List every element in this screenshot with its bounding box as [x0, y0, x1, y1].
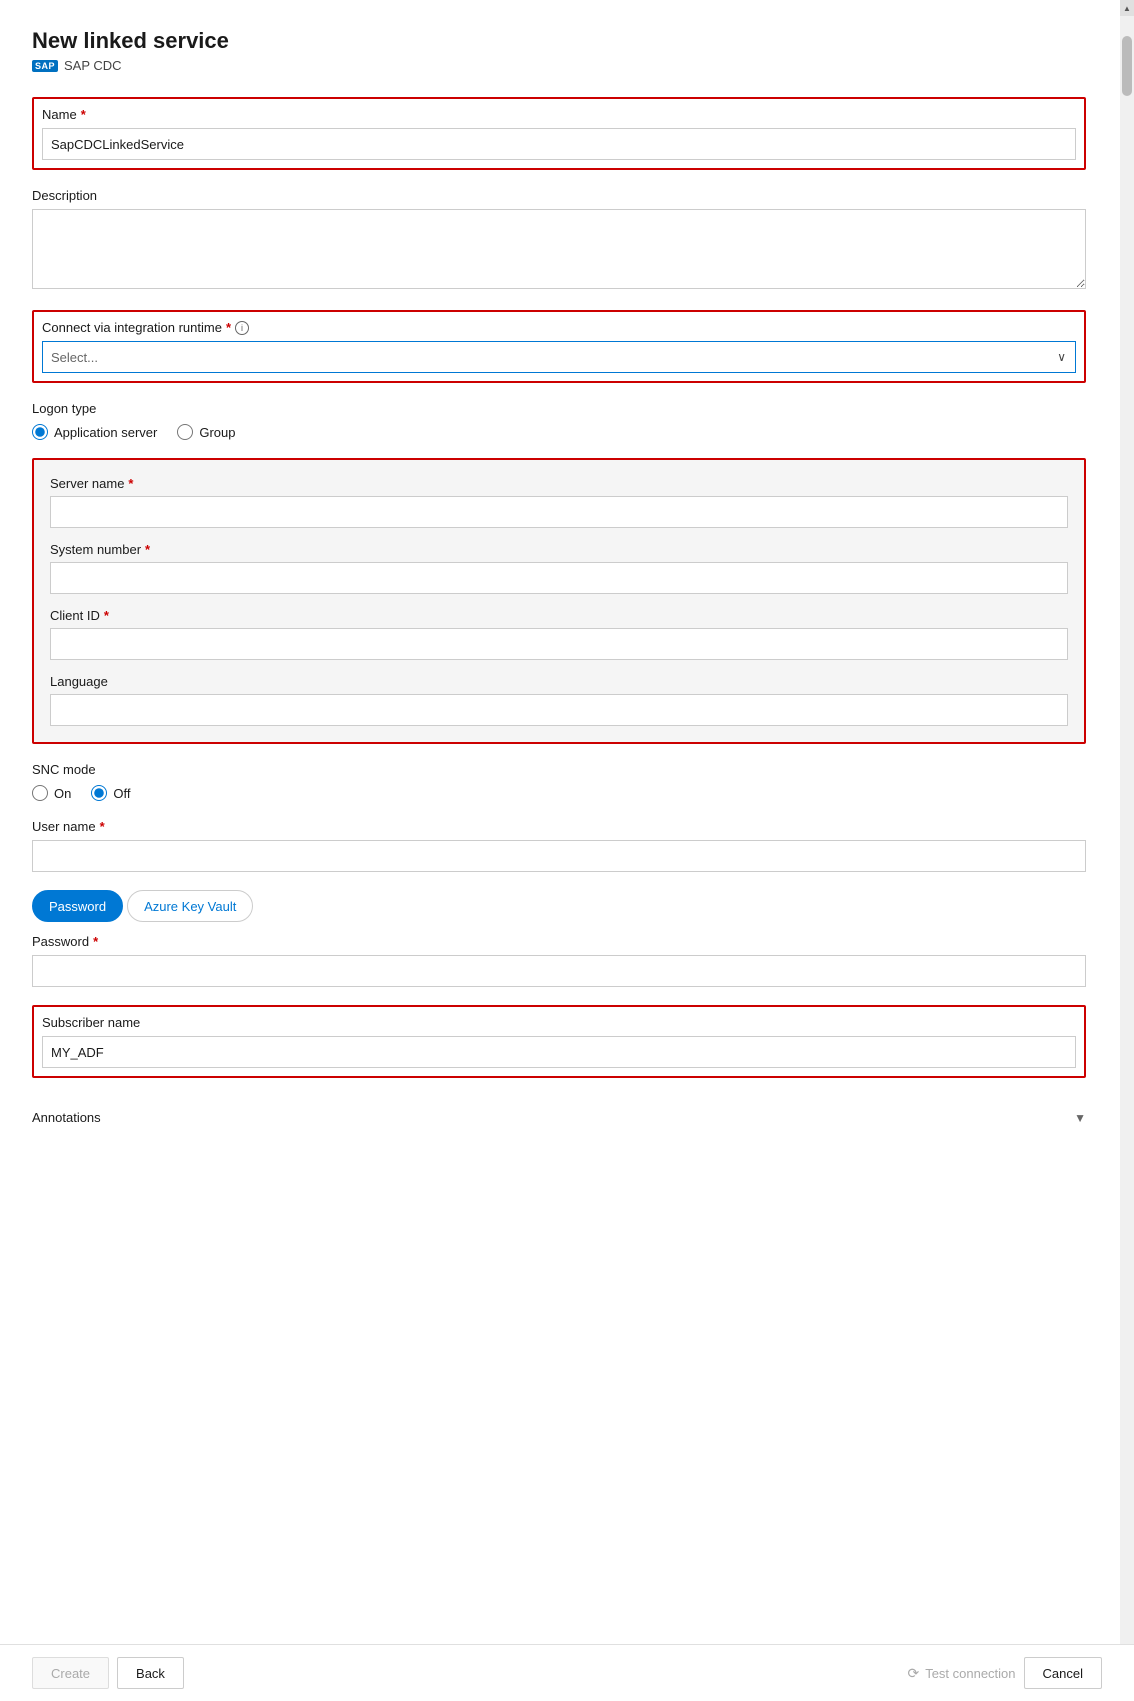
page-container: New linked service SAP SAP CDC Name * De… — [0, 0, 1134, 1701]
server-name-required: * — [128, 476, 133, 491]
snc-on-text: On — [54, 786, 71, 801]
password-label: Password * — [32, 934, 1086, 949]
client-id-label: Client ID * — [50, 608, 1068, 623]
snc-mode-label: SNC mode — [32, 762, 1086, 777]
test-connection-icon: ⟳ — [907, 1665, 919, 1682]
snc-on-label[interactable]: On — [32, 785, 71, 801]
page-title: New linked service — [32, 28, 1086, 54]
password-tab[interactable]: Password — [32, 890, 123, 922]
language-label: Language — [50, 674, 1068, 689]
annotations-label: Annotations — [32, 1110, 101, 1125]
system-number-required: * — [145, 542, 150, 557]
name-section: Name * — [32, 97, 1086, 170]
logon-application-server-label[interactable]: Application server — [32, 424, 157, 440]
test-connection-button[interactable]: ⟳ Test connection — [907, 1665, 1015, 1682]
language-group: Language — [50, 674, 1068, 726]
footer-bar: Create Back ⟳ Test connection Cancel — [0, 1644, 1134, 1701]
runtime-label: Connect via integration runtime * i — [42, 320, 1076, 335]
main-content: New linked service SAP SAP CDC Name * De… — [0, 0, 1134, 1644]
annotations-section: Annotations ▼ — [32, 1096, 1086, 1135]
username-section: User name * — [32, 819, 1086, 872]
name-label: Name * — [42, 107, 1076, 122]
footer-left: Create Back — [32, 1657, 184, 1689]
credential-tab-group: Password Azure Key Vault — [32, 890, 1086, 922]
snc-radio-group: On Off — [32, 785, 1086, 801]
username-label: User name * — [32, 819, 1086, 834]
logon-type-label: Logon type — [32, 401, 1086, 416]
password-input[interactable] — [32, 955, 1086, 987]
subscriber-name-input[interactable] — [42, 1036, 1076, 1068]
description-label: Description — [32, 188, 1086, 203]
client-id-required: * — [104, 608, 109, 623]
annotations-chevron-icon[interactable]: ▼ — [1074, 1111, 1086, 1125]
password-required: * — [93, 934, 98, 949]
back-button[interactable]: Back — [117, 1657, 184, 1689]
server-name-group: Server name * — [50, 476, 1068, 528]
server-fields: Server name * System number * Cl — [50, 476, 1068, 726]
runtime-select-wrapper: Select... ∨ — [42, 341, 1076, 373]
runtime-section: Connect via integration runtime * i Sele… — [32, 310, 1086, 383]
subscriber-section: Subscriber name — [32, 1005, 1086, 1078]
cancel-button[interactable]: Cancel — [1024, 1657, 1102, 1689]
client-id-input[interactable] — [50, 628, 1068, 660]
subtitle-row: SAP SAP CDC — [32, 58, 1086, 73]
server-name-input[interactable] — [50, 496, 1068, 528]
logon-group-radio[interactable] — [177, 424, 193, 440]
server-name-label: Server name * — [50, 476, 1068, 491]
logon-type-radio-group: Application server Group — [32, 424, 1086, 440]
runtime-select[interactable]: Select... — [42, 341, 1076, 373]
runtime-required-star: * — [226, 320, 231, 335]
snc-on-radio[interactable] — [32, 785, 48, 801]
password-section: Password * — [32, 934, 1086, 987]
create-button[interactable]: Create — [32, 1657, 109, 1689]
footer-right: ⟳ Test connection Cancel — [907, 1657, 1102, 1689]
client-id-group: Client ID * — [50, 608, 1068, 660]
logon-type-section: Logon type Application server Group — [32, 401, 1086, 440]
username-input[interactable] — [32, 840, 1086, 872]
name-input[interactable] — [42, 128, 1076, 160]
snc-off-radio[interactable] — [91, 785, 107, 801]
language-input[interactable] — [50, 694, 1068, 726]
logon-application-server-text: Application server — [54, 425, 157, 440]
page-subtitle: SAP CDC — [64, 58, 122, 73]
description-section: Description — [32, 188, 1086, 292]
scroll-up-arrow[interactable]: ▲ — [1120, 0, 1134, 16]
scrollbar-thumb[interactable] — [1122, 36, 1132, 96]
azure-key-vault-tab[interactable]: Azure Key Vault — [127, 890, 253, 922]
name-required-star: * — [81, 107, 86, 122]
runtime-info-icon[interactable]: i — [235, 321, 249, 335]
snc-off-label[interactable]: Off — [91, 785, 130, 801]
snc-mode-section: SNC mode On Off — [32, 762, 1086, 801]
description-textarea[interactable] — [32, 209, 1086, 289]
username-required: * — [100, 819, 105, 834]
logon-application-server-radio[interactable] — [32, 424, 48, 440]
logon-group-text: Group — [199, 425, 235, 440]
system-number-label: System number * — [50, 542, 1068, 557]
server-section: Server name * System number * Cl — [32, 458, 1086, 744]
scrollbar[interactable]: ▲ ▼ — [1120, 0, 1134, 1701]
system-number-input[interactable] — [50, 562, 1068, 594]
subscriber-name-label: Subscriber name — [42, 1015, 1076, 1030]
logon-group-label[interactable]: Group — [177, 424, 235, 440]
system-number-group: System number * — [50, 542, 1068, 594]
snc-off-text: Off — [113, 786, 130, 801]
sap-badge: SAP — [32, 60, 58, 72]
